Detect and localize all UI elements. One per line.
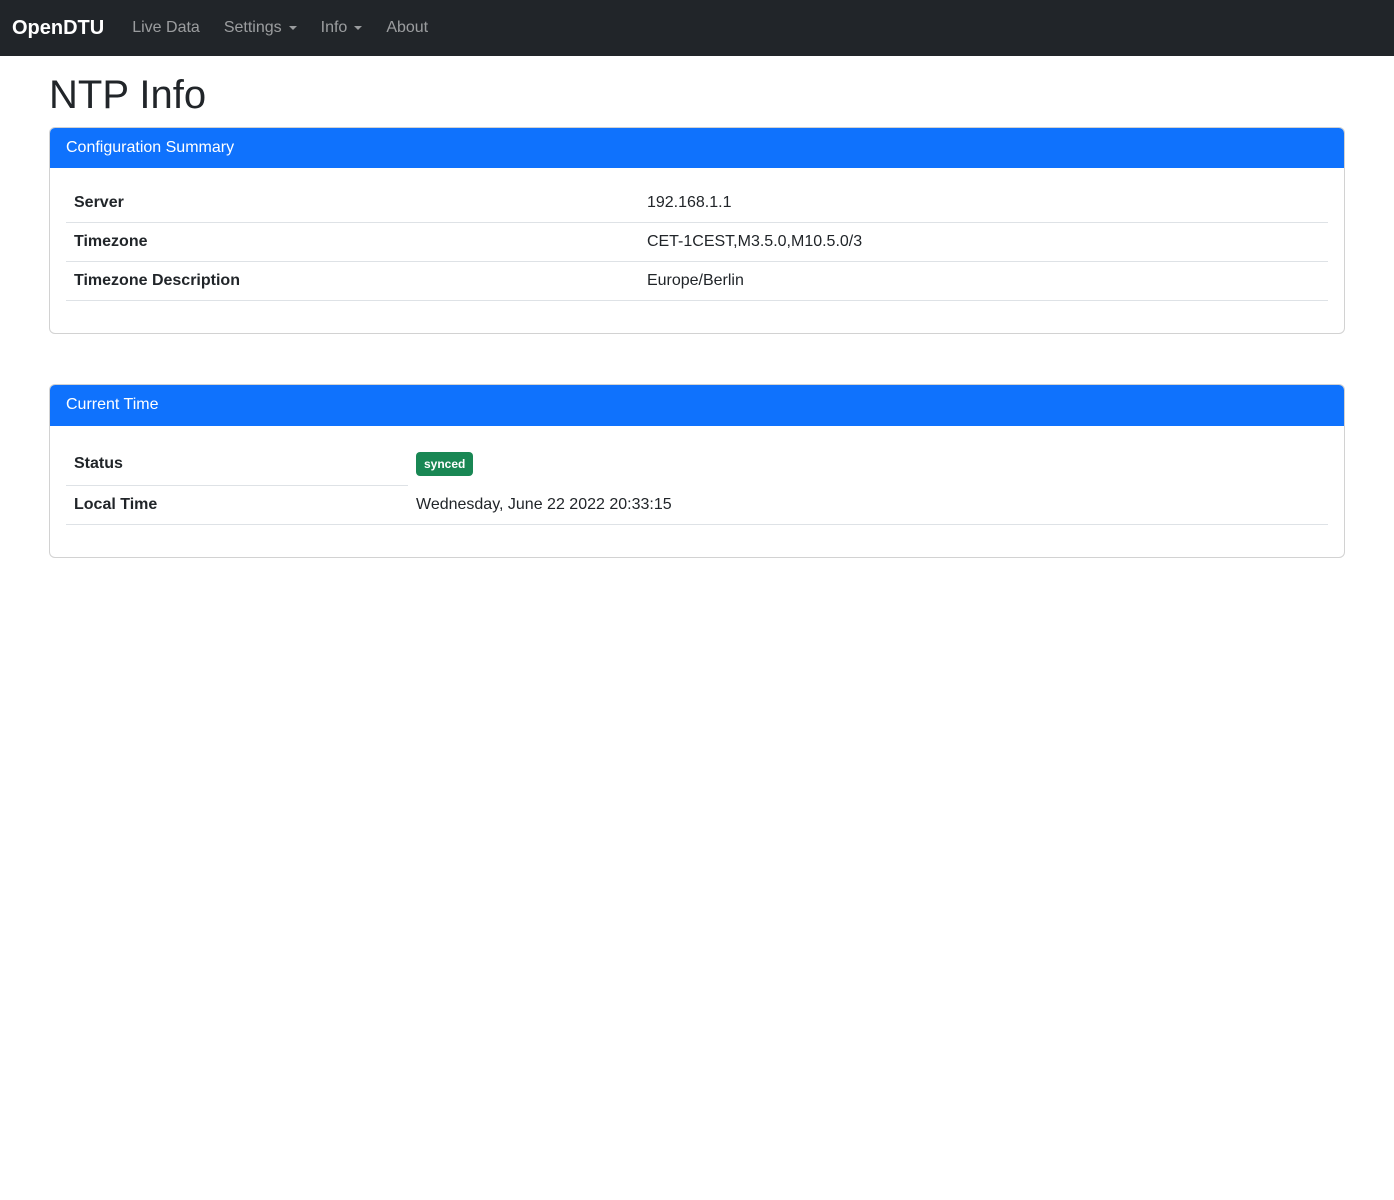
- nav-item-label: Settings: [224, 19, 282, 37]
- configuration-summary-card-body: Server 192.168.1.1 Timezone CET-1CEST,M3…: [50, 168, 1344, 333]
- page-title: NTP Info: [49, 71, 1345, 119]
- status-badge: synced: [416, 452, 473, 476]
- row-value: Europe/Berlin: [639, 262, 1328, 301]
- row-value: synced: [408, 442, 1328, 486]
- configuration-summary-card-header: Configuration Summary: [50, 128, 1344, 168]
- navbar: OpenDTU Live Data Settings Info About: [0, 0, 1394, 56]
- nav-item-label: Live Data: [132, 19, 200, 37]
- configuration-summary-card: Configuration Summary Server 192.168.1.1…: [49, 127, 1345, 334]
- configuration-summary-table: Server 192.168.1.1 Timezone CET-1CEST,M3…: [66, 184, 1328, 301]
- row-label: Timezone: [66, 223, 639, 262]
- current-time-table: Status synced Local Time Wednesday, June…: [66, 442, 1328, 526]
- row-label: Timezone Description: [66, 262, 639, 301]
- row-label: Status: [66, 442, 408, 486]
- row-value: Wednesday, June 22 2022 20:33:15: [408, 486, 1328, 525]
- table-row-timezone-description: Timezone Description Europe/Berlin: [66, 262, 1328, 301]
- nav-item-settings[interactable]: Settings: [216, 11, 305, 45]
- table-row-status: Status synced: [66, 442, 1328, 486]
- row-value: CET-1CEST,M3.5.0,M10.5.0/3: [639, 223, 1328, 262]
- nav-item-label: About: [386, 19, 428, 37]
- row-label: Server: [66, 184, 639, 223]
- chevron-down-icon: [354, 26, 362, 30]
- nav-item-live-data[interactable]: Live Data: [124, 11, 208, 45]
- main-container: NTP Info Configuration Summary Server 19…: [37, 71, 1357, 558]
- table-row-local-time: Local Time Wednesday, June 22 2022 20:33…: [66, 486, 1328, 525]
- nav-menu: Live Data Settings Info About: [120, 11, 440, 45]
- chevron-down-icon: [289, 26, 297, 30]
- row-label: Local Time: [66, 486, 408, 525]
- brand-opendtu[interactable]: OpenDTU: [12, 17, 104, 40]
- current-time-card: Current Time Status synced Local Time We…: [49, 384, 1345, 558]
- table-row-server: Server 192.168.1.1: [66, 184, 1328, 223]
- current-time-card-body: Status synced Local Time Wednesday, June…: [50, 426, 1344, 558]
- nav-item-label: Info: [321, 19, 348, 37]
- nav-item-about[interactable]: About: [378, 11, 436, 45]
- table-row-timezone: Timezone CET-1CEST,M3.5.0,M10.5.0/3: [66, 223, 1328, 262]
- nav-item-info[interactable]: Info: [313, 11, 371, 45]
- current-time-card-header: Current Time: [50, 385, 1344, 425]
- row-value: 192.168.1.1: [639, 184, 1328, 223]
